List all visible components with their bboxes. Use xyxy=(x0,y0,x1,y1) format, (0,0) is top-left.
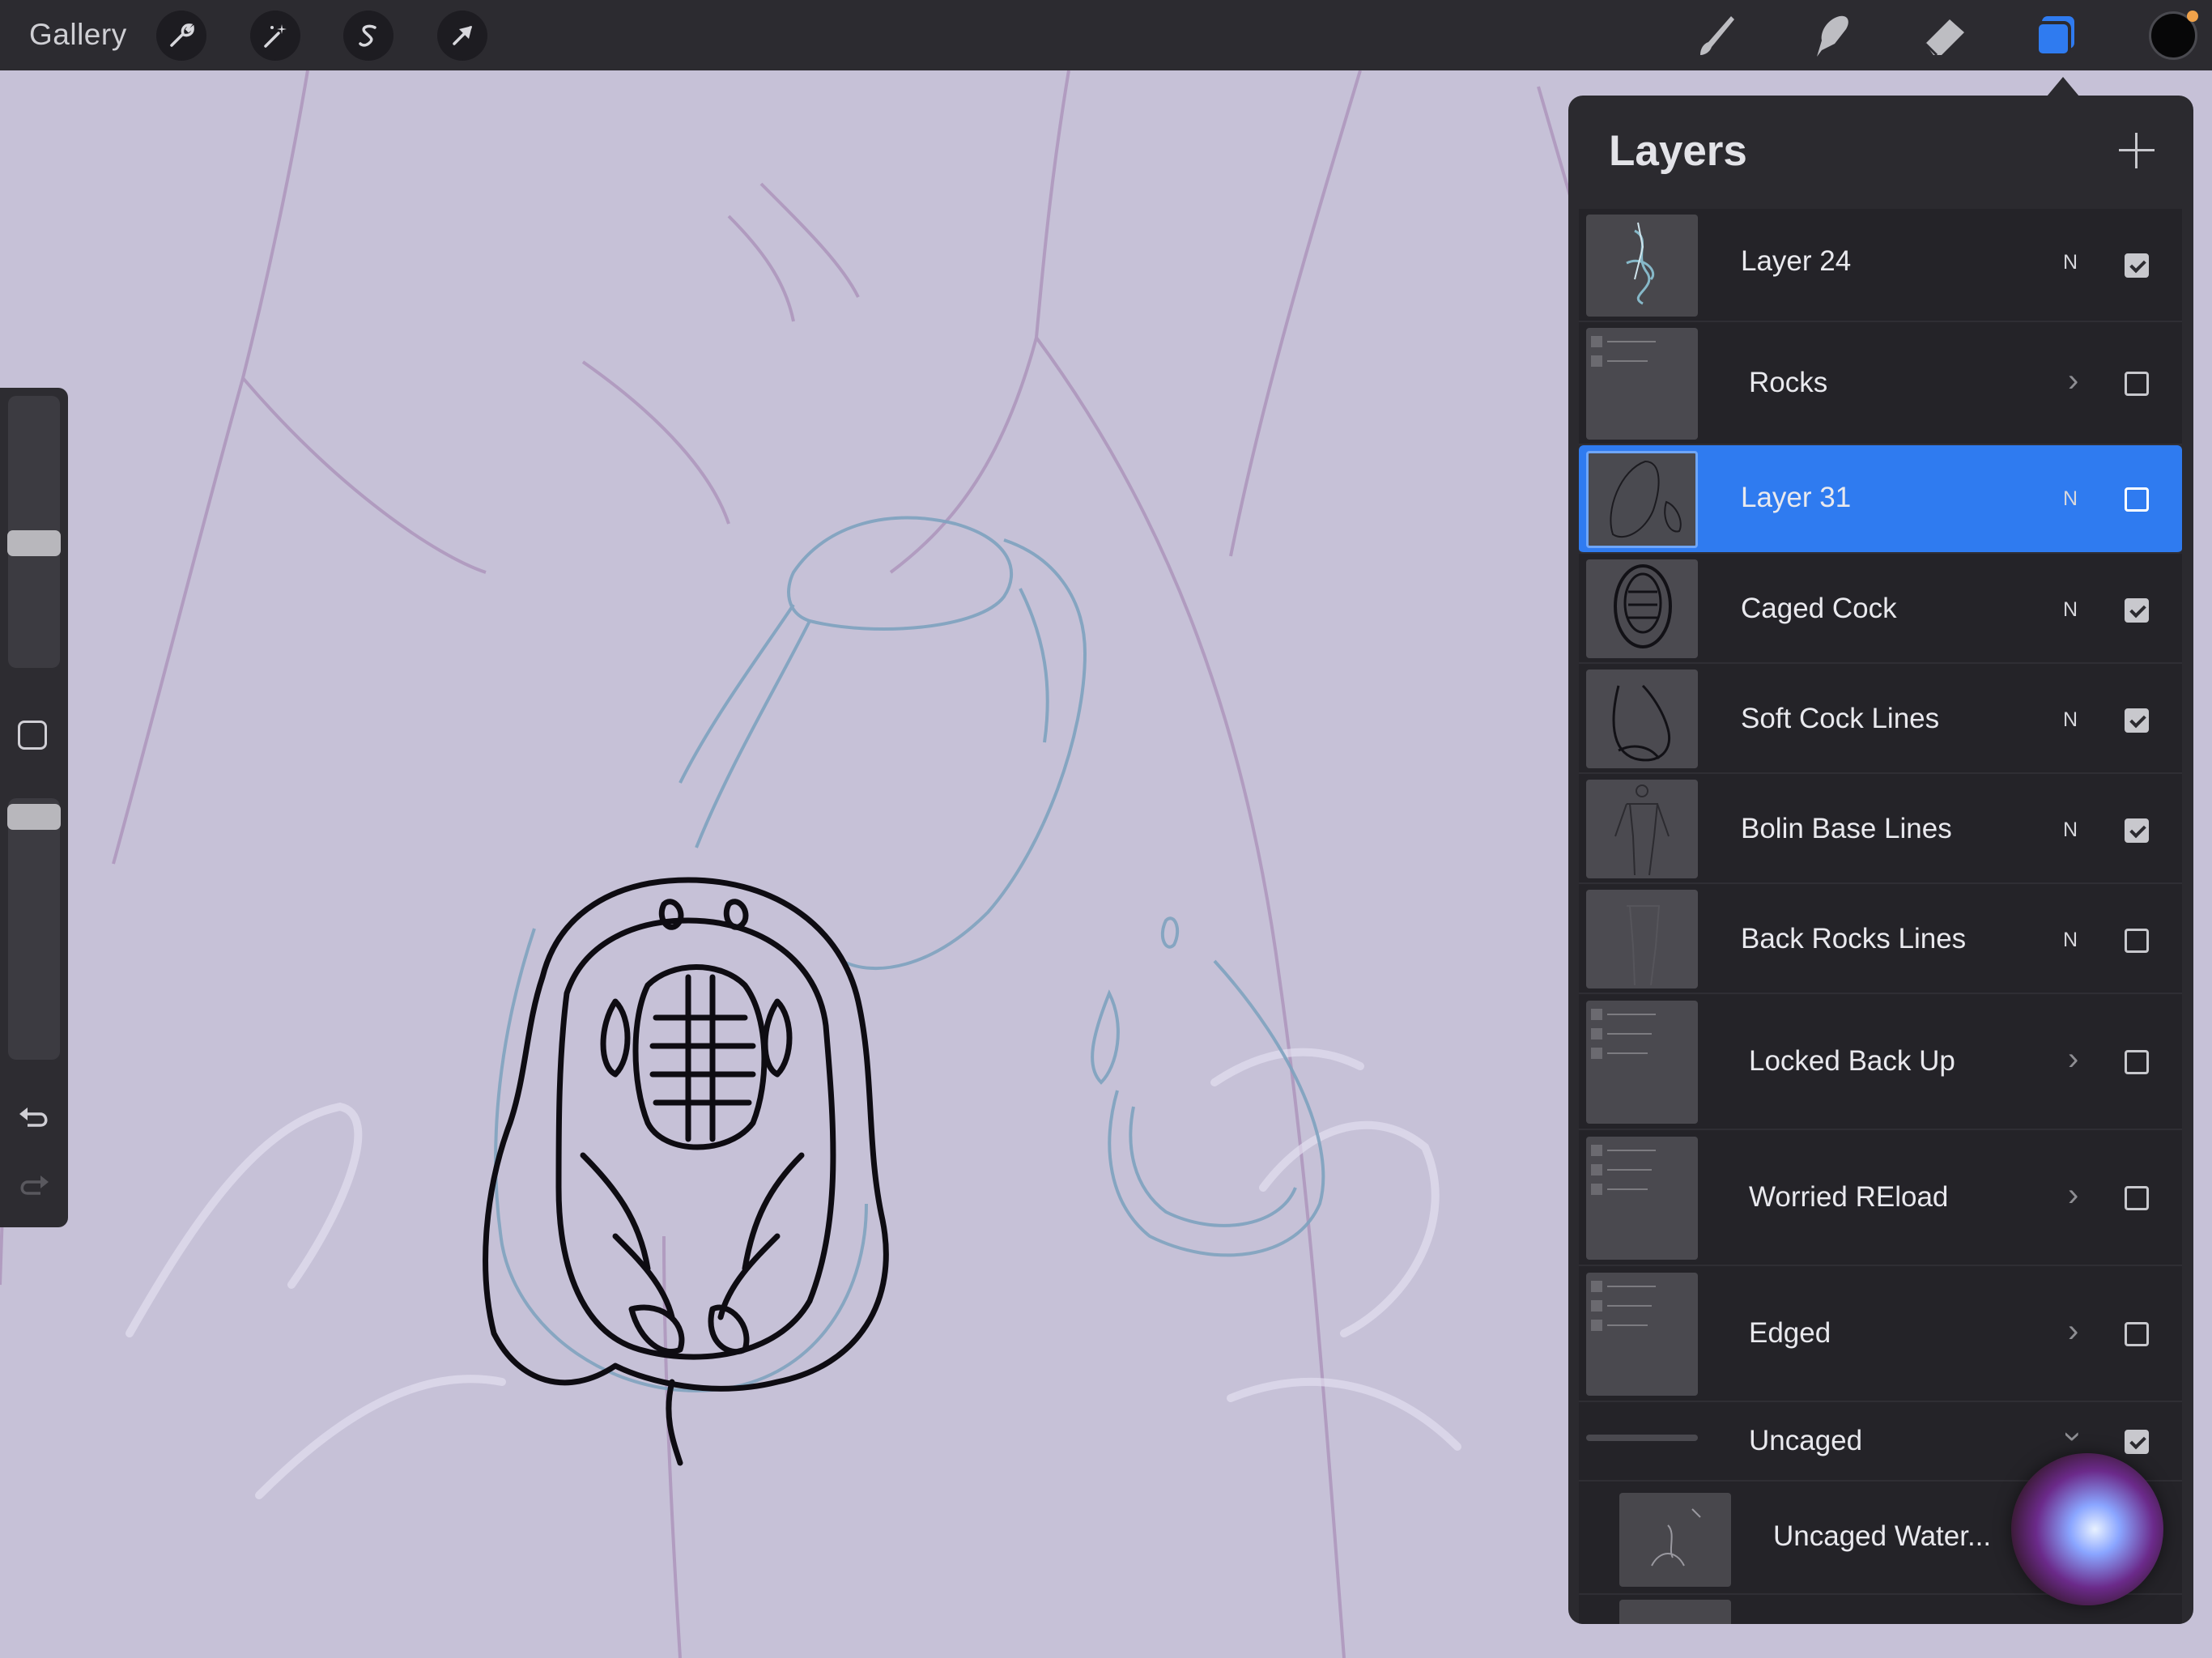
layer-thumbnail xyxy=(1586,890,1698,988)
top-toolbar: Gallery xyxy=(0,0,2212,70)
blend-mode-button[interactable]: N xyxy=(2063,251,2078,274)
color-picker-button[interactable] xyxy=(2149,11,2198,60)
layer-name: Layer 24 xyxy=(1741,245,1852,277)
layer-row-caged-cock[interactable]: Caged Cock N xyxy=(1579,554,2182,664)
panel-caret xyxy=(2047,77,2079,96)
modify-square-icon[interactable] xyxy=(18,721,47,750)
visibility-checkbox[interactable] xyxy=(2125,1186,2149,1210)
opacity-slider[interactable] xyxy=(8,798,60,1060)
chevron-right-icon[interactable]: › xyxy=(2068,363,2078,399)
blend-mode-button[interactable]: N xyxy=(2063,818,2078,842)
visibility-checkbox[interactable] xyxy=(2125,253,2149,278)
visibility-checkbox[interactable] xyxy=(2125,929,2149,953)
layer-thumbnail xyxy=(1586,780,1698,878)
left-sidebar xyxy=(0,388,68,1227)
layer-name: Edged xyxy=(1749,1317,1831,1349)
brush-size-thumb[interactable] xyxy=(7,530,61,556)
layer-name: Uncaged xyxy=(1749,1425,1863,1456)
blend-mode-button[interactable]: N xyxy=(2063,929,2078,952)
layer-thumbnail xyxy=(1586,215,1698,317)
visibility-checkbox[interactable] xyxy=(2125,1430,2149,1454)
layer-name: Uncaged Water... xyxy=(1773,1520,1992,1552)
layer-thumbnail xyxy=(1619,1600,1731,1624)
group-thumbnail xyxy=(1586,1001,1698,1124)
layer-name: Rocks xyxy=(1749,367,1828,398)
visibility-checkbox[interactable] xyxy=(2125,372,2149,396)
wrench-icon[interactable] xyxy=(156,11,206,61)
layer-row-layer-24[interactable]: Layer 24 N xyxy=(1579,209,2182,322)
siri-orb-icon[interactable] xyxy=(2011,1453,2163,1605)
blend-mode-button[interactable]: N xyxy=(2063,487,2078,511)
group-thumbnail xyxy=(1586,1435,1698,1441)
layer-name: Worried REload xyxy=(1749,1181,1949,1213)
layer-name: Soft Cock Lines xyxy=(1741,703,1940,734)
notification-dot xyxy=(2187,11,2198,22)
layer-group-rocks[interactable]: Rocks › xyxy=(1579,322,2182,445)
layer-row-soft-cock-lines[interactable]: Soft Cock Lines N xyxy=(1579,664,2182,774)
chevron-down-icon[interactable]: › xyxy=(2055,1431,2091,1442)
visibility-checkbox[interactable] xyxy=(2125,1322,2149,1346)
layer-name: Locked Back Up xyxy=(1749,1045,1955,1077)
brush-icon[interactable] xyxy=(1691,8,1746,63)
redo-icon[interactable] xyxy=(16,1171,52,1204)
layer-name: Caged Cock xyxy=(1741,593,1897,624)
visibility-checkbox[interactable] xyxy=(2125,598,2149,623)
layer-name: Back Rocks Lines xyxy=(1741,923,1967,954)
visibility-checkbox[interactable] xyxy=(2125,1050,2149,1074)
layer-group-worried-reload[interactable]: Worried REload › xyxy=(1579,1130,2182,1266)
gallery-button[interactable]: Gallery xyxy=(29,18,127,52)
smudge-icon[interactable] xyxy=(1804,8,1859,63)
visibility-checkbox[interactable] xyxy=(2125,708,2149,733)
layer-row-back-rocks-lines[interactable]: Back Rocks Lines N xyxy=(1579,884,2182,994)
chevron-right-icon[interactable]: › xyxy=(2068,1177,2078,1214)
selection-s-icon[interactable] xyxy=(343,11,393,61)
plus-icon[interactable] xyxy=(2116,130,2158,172)
group-thumbnail xyxy=(1586,1137,1698,1260)
layer-name: Layer 31 xyxy=(1741,482,1852,513)
layer-thumbnail xyxy=(1586,451,1698,548)
layer-group-edged[interactable]: Edged › xyxy=(1579,1266,2182,1402)
visibility-checkbox[interactable] xyxy=(2125,818,2149,843)
group-thumbnail xyxy=(1586,328,1698,440)
group-thumbnail xyxy=(1586,1273,1698,1396)
layer-row-bolin-base-lines[interactable]: Bolin Base Lines N xyxy=(1579,774,2182,884)
chevron-right-icon[interactable]: › xyxy=(2068,1313,2078,1350)
layer-thumbnail xyxy=(1586,559,1698,658)
blend-mode-button[interactable]: N xyxy=(2063,598,2078,622)
layers-panel: Layers Layer 24 N Rocks › Layer 31 N Cag… xyxy=(1568,96,2193,1624)
layer-name: Bolin Base Lines xyxy=(1741,813,1952,844)
layer-row-layer-31[interactable]: Layer 31 N xyxy=(1579,445,2182,554)
layers-icon[interactable] xyxy=(2031,8,2086,63)
magic-wand-icon[interactable] xyxy=(250,11,300,61)
panel-title: Layers xyxy=(1609,127,1747,175)
visibility-checkbox[interactable] xyxy=(2125,487,2149,512)
layer-group-locked-back-up[interactable]: Locked Back Up › xyxy=(1579,994,2182,1130)
eraser-icon[interactable] xyxy=(1917,8,1972,63)
opacity-thumb[interactable] xyxy=(7,804,61,830)
undo-icon[interactable] xyxy=(16,1103,52,1136)
chevron-right-icon[interactable]: › xyxy=(2068,1041,2078,1078)
layer-thumbnail xyxy=(1619,1493,1731,1587)
blend-mode-button[interactable]: N xyxy=(2063,708,2078,732)
arrow-transform-icon[interactable] xyxy=(437,11,487,61)
layer-thumbnail xyxy=(1586,670,1698,768)
